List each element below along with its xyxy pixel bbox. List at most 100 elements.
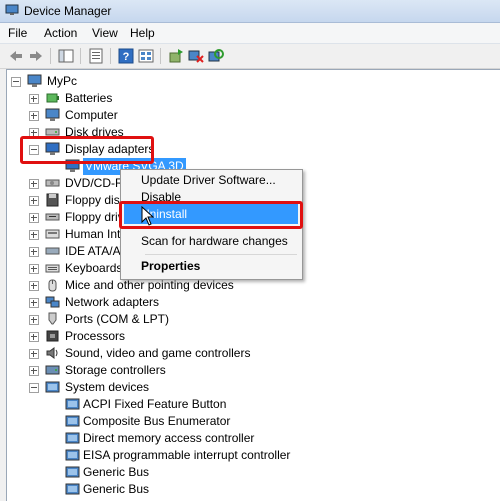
title-bar: Device Manager	[0, 0, 500, 23]
menu-item-properties[interactable]: Properties	[141, 259, 200, 273]
tree-item-batteries[interactable]: Batteries	[29, 90, 229, 107]
toolbar-separator	[110, 48, 111, 64]
menu-item-update-driver[interactable]: Update Driver Software...	[141, 173, 276, 187]
tree-item-label: Batteries	[65, 91, 113, 105]
tree-item-system-devices[interactable]: System devices	[29, 379, 229, 396]
system-device-icon	[65, 398, 80, 410]
expand-icon[interactable]	[29, 332, 39, 342]
tree-child-label: Generic Bus	[83, 482, 150, 496]
svg-text:?: ?	[123, 51, 130, 63]
system-device-icon	[65, 449, 80, 461]
computer-icon	[27, 74, 42, 87]
menu-item-scan[interactable]: Scan for hardware changes	[141, 234, 288, 248]
keyboard-icon	[45, 264, 60, 273]
expand-icon[interactable]	[29, 179, 39, 189]
menu-file[interactable]: File	[8, 26, 27, 40]
tree-item-sound[interactable]: Sound, video and game controllers	[29, 345, 289, 362]
system-device-icon	[65, 415, 80, 427]
highlight-box-display-adapters	[20, 136, 154, 164]
tree-child-generic-bus[interactable]: Generic Bus	[65, 464, 265, 481]
collapse-icon[interactable]	[11, 77, 21, 87]
battery-icon	[46, 93, 59, 103]
tree-child-label: Direct memory access controller	[83, 431, 255, 445]
menu-bar: File Action View Help	[0, 23, 500, 44]
ide-icon	[45, 247, 60, 255]
tree-child-label: Generic Bus	[83, 465, 150, 479]
network-icon	[45, 296, 60, 308]
collapse-icon[interactable]	[29, 383, 39, 393]
tree-item-label: Floppy disk	[65, 193, 126, 207]
tree-root-label: MyPc	[47, 74, 77, 88]
menu-separator	[145, 254, 297, 255]
expand-icon[interactable]	[29, 315, 39, 325]
device-tree[interactable]: MyPc Batteries Computer Disk drives Disp…	[6, 69, 500, 501]
tree-item-label: Network adapters	[65, 295, 160, 309]
tree-item-label: Ports (COM & LPT)	[65, 312, 170, 326]
tree-item-label: Sound, video and game controllers	[65, 346, 251, 360]
toolbar: ?	[0, 44, 500, 69]
expand-icon[interactable]	[29, 230, 39, 240]
storage-icon	[45, 365, 60, 375]
computer-icon	[45, 108, 60, 121]
toolbar-separator	[160, 48, 161, 64]
tree-child-composite-bus[interactable]: Composite Bus Enumerator	[65, 413, 285, 430]
system-device-icon	[65, 483, 80, 495]
expand-icon[interactable]	[29, 349, 39, 359]
tree-item-storage[interactable]: Storage controllers	[29, 362, 229, 379]
show-hide-console-tree-icon[interactable]	[58, 48, 74, 64]
sound-icon	[46, 347, 58, 359]
tree-child-acpi[interactable]: ACPI Fixed Feature Button	[65, 396, 285, 413]
tree-item-label: System devices	[65, 380, 150, 394]
expand-icon[interactable]	[29, 366, 39, 376]
mouse-icon	[48, 279, 57, 292]
menu-help[interactable]: Help	[130, 26, 155, 40]
tree-item-ports[interactable]: Ports (COM & LPT)	[29, 311, 229, 328]
window-title: Device Manager	[24, 4, 112, 18]
tree-child-dma[interactable]: Direct memory access controller	[65, 430, 325, 447]
forward-icon[interactable]	[28, 48, 44, 64]
tree-item-label: Processors	[65, 329, 126, 343]
floppy-icon	[45, 213, 60, 221]
mouse-cursor-icon	[141, 206, 154, 226]
port-icon	[48, 312, 57, 325]
device-manager-icon	[5, 4, 19, 15]
tree-item-computer[interactable]: Computer	[29, 107, 229, 124]
menu-view[interactable]: View	[92, 26, 118, 40]
uninstall-icon[interactable]	[188, 48, 204, 64]
update-driver-icon[interactable]	[168, 48, 184, 64]
tree-item-processors[interactable]: Processors	[29, 328, 229, 345]
expand-icon[interactable]	[29, 196, 39, 206]
toolbar-separator	[80, 48, 81, 64]
tree-item-label: Computer	[65, 108, 118, 122]
help-icon[interactable]: ?	[118, 48, 134, 64]
tree-item-label: Human Inte	[65, 227, 128, 241]
tree-root[interactable]: MyPc	[11, 73, 211, 90]
view-icon[interactable]	[138, 48, 154, 64]
tree-item-label: Floppy driv	[65, 210, 124, 224]
dvd-icon	[45, 179, 60, 187]
menu-action[interactable]: Action	[44, 26, 77, 40]
tree-child-generic-bus[interactable]: Generic Bus	[65, 481, 265, 498]
expand-icon[interactable]	[29, 298, 39, 308]
scan-hardware-icon[interactable]	[208, 48, 224, 64]
processor-icon	[46, 330, 59, 342]
tree-item-label: Keyboards	[65, 261, 123, 275]
back-icon[interactable]	[8, 48, 24, 64]
system-device-icon	[65, 432, 80, 444]
expand-icon[interactable]	[29, 281, 39, 291]
floppy-icon	[46, 193, 59, 207]
properties-icon[interactable]	[88, 48, 104, 64]
toolbar-separator	[50, 48, 51, 64]
expand-icon[interactable]	[29, 264, 39, 274]
tree-child-label: ACPI Fixed Feature Button	[83, 397, 227, 411]
tree-child-eisa[interactable]: EISA programmable interrupt controller	[65, 447, 365, 464]
tree-item-network-adapters[interactable]: Network adapters	[29, 294, 229, 311]
tree-item-label: Storage controllers	[65, 363, 166, 377]
tree-child-label: EISA programmable interrupt controller	[83, 448, 291, 462]
tree-item-label: IDE ATA/AT	[65, 244, 128, 258]
expand-icon[interactable]	[29, 111, 39, 121]
system-device-icon	[45, 381, 60, 393]
expand-icon[interactable]	[29, 247, 39, 257]
expand-icon[interactable]	[29, 213, 39, 223]
expand-icon[interactable]	[29, 94, 39, 104]
